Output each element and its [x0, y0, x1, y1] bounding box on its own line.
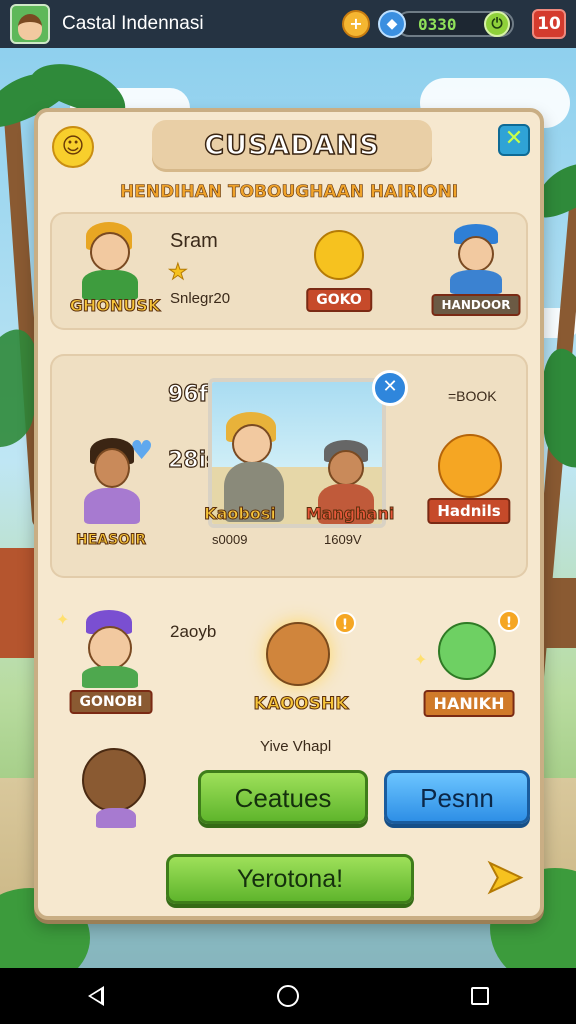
- character-handoor[interactable]: HANDOOR: [428, 220, 524, 320]
- features-button[interactable]: Ceatues: [198, 770, 368, 824]
- stat-text-right: =BOOK: [448, 388, 497, 404]
- notification-badge: !: [498, 610, 520, 632]
- photo-caption-right: 1609V: [324, 532, 362, 547]
- character-label: Sram: [170, 230, 218, 252]
- recents-icon: [471, 987, 489, 1005]
- coin-icon[interactable]: +: [342, 10, 370, 38]
- sparkle-icon: ✦: [56, 610, 70, 629]
- middle-character-row: 96fe =BOOK 28is ♥ HEASOIR ✕ Kaobosi s000…: [50, 354, 528, 578]
- character-kaooshk[interactable]: ! KAOOSHK: [236, 612, 366, 724]
- home-button[interactable]: [258, 968, 318, 1024]
- system-navigation-bar: [0, 968, 576, 1024]
- photo-close-button[interactable]: ✕: [372, 370, 408, 406]
- character-name: HANIKH: [423, 690, 515, 717]
- row-caption: Yive Vhapl: [260, 738, 332, 755]
- score-counter: 0330 ⏻: [396, 11, 514, 37]
- star-icon: ★: [168, 260, 189, 286]
- next-arrow-icon[interactable]: ➤: [478, 849, 530, 903]
- character-hadnils[interactable]: Hadnils: [416, 430, 522, 540]
- character-sublabel: Snlegr20: [170, 290, 231, 307]
- top-character-row: GHONUSK Sram ★ Snlegr20 GOKO HANDOOR: [50, 212, 528, 330]
- gem-icon[interactable]: ◆: [378, 10, 406, 38]
- character-gonobi[interactable]: ✦ GONOBI: [56, 606, 166, 716]
- dialog-title: CUSADANS: [204, 129, 380, 162]
- character-ghonusk[interactable]: GHONUSK: [60, 220, 170, 320]
- smiley-icon[interactable]: ☺: [52, 126, 94, 168]
- confirm-button[interactable]: Yerotona!: [166, 854, 414, 904]
- close-button[interactable]: ✕: [498, 124, 530, 156]
- character-bear[interactable]: [66, 738, 166, 838]
- photo-caption-left: s0009: [212, 532, 248, 547]
- sparkle-icon: ✦: [414, 650, 428, 669]
- back-icon: [88, 986, 104, 1006]
- character-dialog: ☺ CUSADANS ✕ HENDIHAN TOBOUGHAAN HAIRION…: [34, 108, 544, 920]
- home-icon: [277, 985, 299, 1007]
- top-status-bar: Castal Indennasi + ◆ 0330 ⏻ 10: [0, 0, 576, 48]
- notification-badge: !: [334, 612, 356, 634]
- photo-name-right: Manghani: [305, 504, 395, 524]
- person-button[interactable]: Pesnn: [384, 770, 530, 824]
- character-goko[interactable]: GOKO: [294, 220, 384, 320]
- bottom-character-row: 2aoyb ✦ GONOBI ! KAOOSHK ! ✦ HANIKH Yive…: [50, 602, 530, 842]
- character-name: GONOBI: [69, 690, 153, 714]
- character-name: HANDOOR: [431, 294, 521, 316]
- power-icon[interactable]: ⏻: [484, 11, 510, 37]
- character-name: HEASOIR: [75, 532, 147, 549]
- character-name: KAOOSHK: [253, 694, 349, 715]
- app-avatar[interactable]: [10, 4, 50, 44]
- character-hanikh[interactable]: ! ✦ HANIKH: [414, 610, 524, 720]
- character-name: GOKO: [306, 288, 372, 312]
- score-value: 0330: [418, 14, 457, 34]
- level-badge: 10: [532, 9, 566, 39]
- recents-button[interactable]: [450, 968, 510, 1024]
- dialog-subtitle: HENDIHAN TOBOUGHAAN HAIRIONI: [119, 182, 459, 203]
- photo-name-left: Kaobosi: [204, 504, 277, 524]
- row-label: 2aoyb: [170, 622, 217, 641]
- character-heasoir[interactable]: HEASOIR: [56, 436, 166, 556]
- back-button[interactable]: [66, 968, 126, 1024]
- character-name: Hadnils: [427, 498, 511, 524]
- character-name: GHONUSK: [69, 296, 161, 316]
- dialog-title-plate: CUSADANS: [152, 120, 432, 172]
- app-title: Castal Indennasi: [62, 13, 204, 34]
